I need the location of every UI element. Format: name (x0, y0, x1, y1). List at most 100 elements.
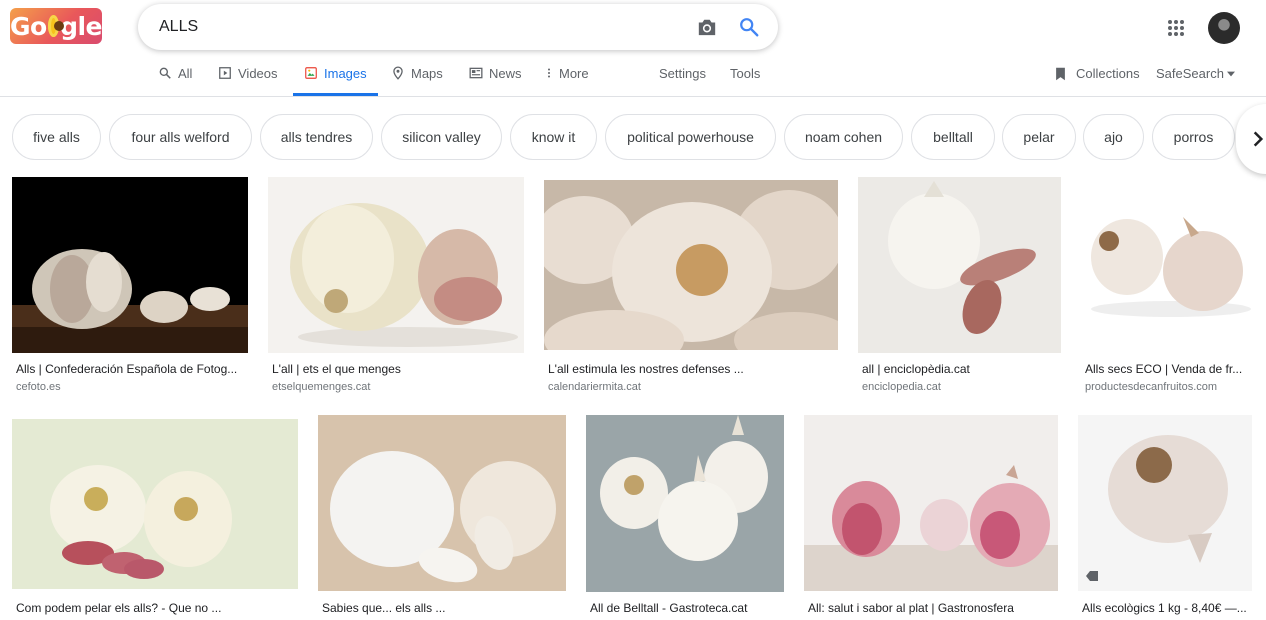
camera-icon[interactable] (696, 17, 718, 37)
result-caption[interactable]: All: salut i sabor al plat | Gastronosfe… (808, 601, 1058, 615)
safesearch-label: SafeSearch (1156, 66, 1224, 81)
garlic-image (318, 415, 566, 591)
play-icon (219, 67, 231, 79)
garlic-image (586, 415, 784, 592)
chip[interactable]: five alls (12, 114, 101, 160)
bookmark-icon (1056, 67, 1065, 81)
tab-label: Tools (730, 66, 761, 81)
chip-label: five alls (33, 129, 80, 145)
tab-label: News (489, 66, 522, 81)
search-icon (159, 67, 171, 79)
garlic-image (12, 419, 298, 589)
tab-label: Images (324, 66, 367, 81)
chevron-right-icon (1253, 131, 1264, 147)
tab-settings[interactable]: Settings (659, 58, 706, 96)
header-divider (0, 96, 1266, 97)
collections-label: Collections (1076, 66, 1140, 81)
chip[interactable]: four alls welford (109, 114, 252, 160)
garlic-image (804, 465, 1058, 591)
search-input[interactable]: ALLS (159, 18, 778, 36)
collections-link[interactable]: Collections (1053, 58, 1140, 96)
tab-videos[interactable]: Videos (218, 58, 278, 96)
garlic-image (888, 181, 1036, 335)
tab-label: Settings (659, 66, 706, 81)
image-thumbnail[interactable] (544, 180, 838, 350)
image-thumbnail[interactable] (804, 415, 1058, 591)
chip[interactable]: porros (1152, 114, 1235, 160)
caret-down-icon (1226, 71, 1235, 77)
tab-label: More (559, 66, 589, 81)
map-pin-icon (393, 66, 403, 80)
chip[interactable]: alls tendres (260, 114, 373, 160)
chip-label: four alls welford (131, 129, 230, 145)
garlic-image (1091, 217, 1251, 317)
garlic-image (12, 249, 248, 353)
result-source[interactable]: etselquemenges.cat (272, 381, 370, 393)
image-thumbnail[interactable] (12, 419, 298, 589)
result-source[interactable]: cefoto.es (16, 381, 61, 393)
image-thumbnail[interactable] (586, 415, 784, 592)
image-thumbnail[interactable] (268, 177, 524, 353)
result-caption[interactable]: L'all | ets el que menges (272, 362, 520, 376)
image-thumbnail[interactable] (318, 415, 566, 591)
image-thumbnail[interactable] (1078, 415, 1252, 591)
image-thumbnail[interactable] (858, 177, 1061, 353)
result-caption[interactable]: Com podem pelar els alls? - Que no ... (16, 601, 296, 615)
chip[interactable]: silicon valley (381, 114, 502, 160)
logo-text-right: gle (60, 11, 102, 41)
chip-label: alls tendres (280, 129, 353, 145)
tab-all[interactable]: All (158, 58, 192, 96)
tab-tools[interactable]: Tools (730, 58, 760, 96)
chip-label: political powerhouse (627, 129, 754, 145)
search-tabs: All Videos Images Maps News More Setting… (0, 58, 1266, 96)
chip[interactable]: pelar (1002, 114, 1076, 160)
avatar[interactable] (1208, 12, 1240, 44)
chip-label: pelar (1023, 129, 1055, 145)
image-thumbnail[interactable] (12, 177, 248, 353)
logo-text-left: Go (10, 11, 47, 41)
tab-maps[interactable]: Maps (391, 58, 443, 96)
chip-label: porros (1173, 129, 1214, 145)
sunflower-icon (47, 15, 65, 37)
result-source[interactable]: productesdecanfruitos.com (1085, 381, 1217, 393)
result-caption[interactable]: Alls | Confederación Española de Fotog..… (16, 362, 244, 376)
chip-label: ajo (1104, 129, 1123, 145)
garlic-image (544, 190, 838, 350)
chip[interactable]: noam cohen (784, 114, 903, 160)
more-vert-icon (548, 68, 550, 78)
result-caption[interactable]: all | enciclopèdia.cat (862, 362, 1062, 376)
garlic-image (1108, 435, 1228, 563)
search-icon[interactable] (738, 16, 760, 38)
chip-label: belltall (933, 129, 973, 145)
result-caption[interactable]: L'all estimula les nostres defenses ... (548, 362, 838, 376)
tab-news[interactable]: News (469, 58, 522, 96)
result-caption[interactable]: Alls ecològics 1 kg - 8,40€ —... (1082, 601, 1252, 615)
chip[interactable]: know it (510, 114, 597, 160)
safesearch-dropdown[interactable]: SafeSearch (1156, 58, 1235, 96)
garlic-image (290, 203, 518, 347)
image-icon (305, 67, 317, 79)
chip-label: silicon valley (402, 129, 481, 145)
tab-label: Maps (411, 66, 443, 81)
google-doodle-logo[interactable]: Go gle (10, 8, 102, 44)
related-chips: five alls four alls welford alls tendres… (0, 114, 1266, 160)
chip-label: know it (531, 129, 576, 145)
result-caption[interactable]: Alls secs ECO | Venda de fr... (1085, 362, 1245, 376)
result-caption[interactable]: Sabies que... els alls ... (322, 601, 562, 615)
chip-label: noam cohen (804, 129, 883, 145)
tab-more[interactable]: More (543, 58, 589, 96)
result-source[interactable]: enciclopedia.cat (862, 381, 941, 393)
chip[interactable]: belltall (911, 114, 995, 160)
result-caption[interactable]: All de Belltall - Gastroteca.cat (590, 601, 784, 615)
tab-images[interactable]: Images (293, 58, 378, 96)
chip[interactable]: political powerhouse (605, 114, 776, 160)
price-tag-icon (1086, 571, 1098, 581)
image-thumbnail[interactable] (1081, 177, 1252, 353)
search-box[interactable]: ALLS (138, 4, 778, 50)
chip[interactable]: ajo (1083, 114, 1144, 160)
apps-grid-icon[interactable] (1168, 20, 1184, 36)
tab-label: Videos (238, 66, 278, 81)
tab-label: All (178, 66, 193, 81)
result-source[interactable]: calendariermita.cat (548, 381, 641, 393)
newspaper-icon (469, 67, 483, 79)
